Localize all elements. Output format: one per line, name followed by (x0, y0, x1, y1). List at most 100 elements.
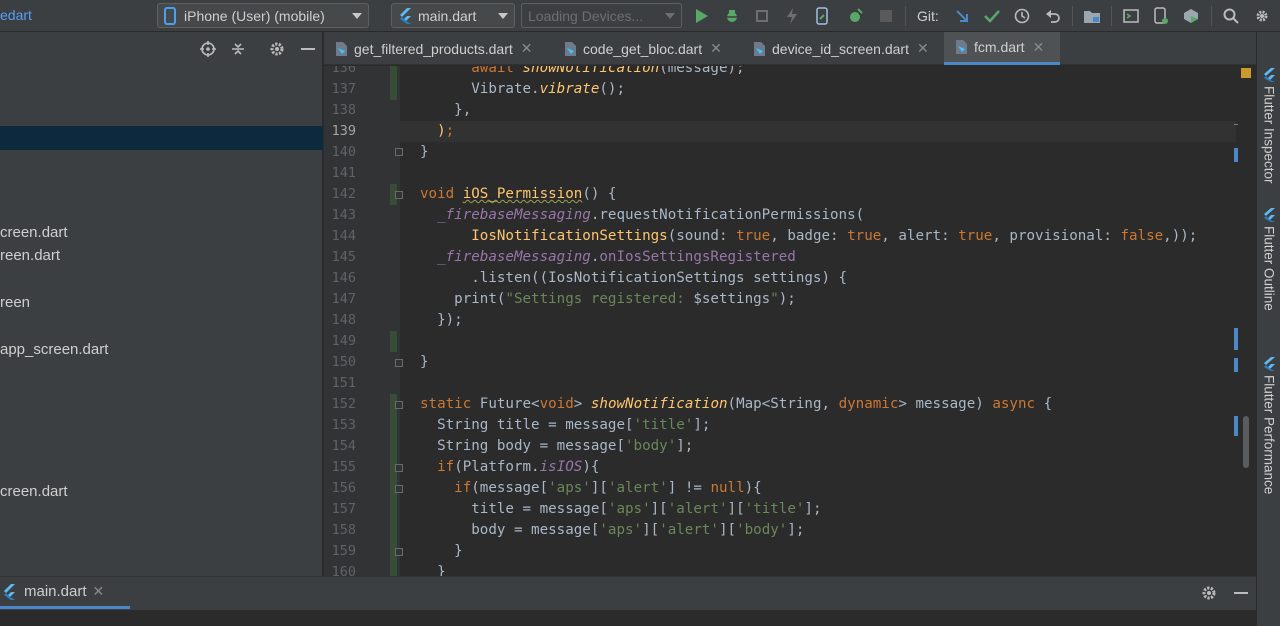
rollback-icon[interactable] (1043, 6, 1063, 26)
dart-file-icon (754, 41, 765, 56)
close-icon[interactable]: ✕ (93, 583, 105, 600)
tab-label: fcm.dart (974, 39, 1025, 55)
fold-marker[interactable] (395, 464, 403, 472)
tree-item[interactable]: app_screen.dart (0, 341, 108, 358)
toolbar-divider (1211, 6, 1212, 26)
tab-code-get-bloc[interactable]: code_get_bloc.dart ✕ (553, 32, 742, 65)
fold-marker[interactable] (395, 401, 403, 409)
devices-loading-selector[interactable]: Loading Devices... (521, 3, 682, 28)
collapse-all-icon[interactable] (228, 39, 248, 59)
warning-marker[interactable] (1241, 68, 1251, 78)
tree-item[interactable]: creen.dart (0, 224, 68, 241)
fold-marker[interactable] (395, 485, 403, 493)
search-icon[interactable] (1221, 6, 1241, 26)
tree-item[interactable]: reen.dart (0, 247, 60, 264)
line-number: 150 (331, 354, 356, 370)
tab-get-filtered-products[interactable]: get_filtered_products.dart ✕ (324, 32, 553, 65)
flutter-icon (1264, 68, 1275, 82)
git-commit-icon[interactable] (982, 6, 1002, 26)
tool-label: Flutter Outline (1261, 226, 1277, 311)
breadcrumb[interactable]: edart (0, 7, 32, 23)
tab-fcm[interactable]: fcm.dart ✕ (944, 32, 1060, 65)
tab-label: device_id_screen.dart (772, 40, 909, 57)
debug-icon[interactable] (722, 6, 742, 26)
line-number: 156 (331, 480, 356, 496)
tab-label: get_filtered_products.dart (354, 40, 513, 57)
run-tab-main[interactable]: main.dart ✕ (0, 577, 130, 609)
code-line: String title = message['title']; (420, 417, 711, 433)
close-icon[interactable]: ✕ (917, 40, 929, 57)
code-line: } (420, 354, 429, 370)
chevron-down-icon (352, 12, 362, 19)
locate-file-icon[interactable] (198, 39, 218, 59)
code-line: } (420, 144, 429, 160)
code-line: IosNotificationSettings(sound: true, bad… (471, 228, 1198, 244)
history-icon[interactable] (1012, 6, 1032, 26)
close-icon[interactable]: ✕ (1033, 39, 1045, 56)
fold-marker[interactable] (395, 148, 403, 156)
change-marker (1234, 358, 1238, 372)
change-marker (1234, 416, 1238, 436)
git-update-icon[interactable] (952, 6, 972, 26)
attach-debugger-icon[interactable] (845, 6, 865, 26)
dart-file-icon (565, 41, 576, 56)
run-icon[interactable] (692, 6, 712, 26)
line-number: 136 (331, 66, 356, 76)
selected-tree-row[interactable] (0, 126, 323, 150)
device-selector[interactable]: iPhone (User) (mobile) (157, 3, 369, 28)
avd-manager-icon[interactable] (1151, 6, 1171, 26)
hide-panel-icon[interactable] (1231, 583, 1251, 603)
flutter-icon (400, 7, 411, 24)
line-number: 144 (331, 228, 356, 244)
run-console[interactable] (0, 610, 1256, 626)
vcs-change-marker (390, 66, 397, 100)
device-icon[interactable] (812, 6, 832, 26)
close-icon[interactable]: ✕ (710, 40, 722, 57)
change-marker (1234, 148, 1238, 162)
line-number: 148 (331, 312, 356, 328)
stop-icon[interactable] (876, 6, 896, 26)
sdk-manager-icon[interactable] (1181, 6, 1201, 26)
dart-file-icon (956, 40, 967, 54)
device-selector-label: iPhone (User) (mobile) (184, 7, 325, 24)
code-line: void iOS_Permission() { (420, 186, 617, 202)
change-marker (1234, 328, 1238, 350)
fold-marker[interactable] (395, 191, 403, 199)
project-panel-header (0, 32, 323, 65)
tab-device-id-screen[interactable]: device_id_screen.dart ✕ (742, 32, 943, 65)
fold-marker[interactable] (395, 359, 403, 367)
line-number: 145 (331, 249, 356, 265)
code-line: String body = message['body']; (420, 438, 694, 454)
profile-icon[interactable] (752, 6, 772, 26)
code-editor[interactable]: 136 137 138 139 140 141 142 143 144 145 … (324, 66, 1256, 576)
hide-panel-icon[interactable] (298, 39, 318, 59)
terminal-icon[interactable] (1121, 6, 1141, 26)
gear-icon[interactable] (267, 39, 287, 59)
tree-item[interactable]: reen (0, 294, 30, 311)
settings-icon[interactable] (1252, 6, 1272, 26)
current-line-highlight (400, 121, 1256, 142)
gear-icon[interactable] (1199, 583, 1219, 603)
project-structure-icon[interactable] (1082, 6, 1102, 26)
line-number: 141 (331, 165, 356, 181)
run-config-selector[interactable]: main.dart (391, 3, 515, 28)
tool-label: Flutter Performance (1261, 375, 1277, 495)
run-panel: main.dart ✕ (0, 576, 1256, 626)
fold-marker[interactable] (395, 548, 403, 556)
dart-file-icon (336, 41, 347, 56)
flutter-inspector-tab[interactable]: Flutter Inspector (1259, 68, 1279, 184)
flutter-performance-tab[interactable]: Flutter Performance (1259, 357, 1279, 494)
project-panel: creen.dart reen.dart reen app_screen.dar… (0, 32, 323, 576)
devices-loading-label: Loading Devices... (528, 7, 644, 24)
hot-reload-icon[interactable] (782, 6, 802, 26)
close-icon[interactable]: ✕ (521, 40, 533, 57)
flutter-outline-tab[interactable]: Flutter Outline (1259, 208, 1279, 311)
editor-scrollbar[interactable] (1234, 66, 1256, 576)
tree-item[interactable]: creen.dart (0, 483, 68, 500)
line-number: 157 (331, 501, 356, 517)
line-number: 138 (331, 102, 356, 118)
line-number: 153 (331, 417, 356, 433)
code-line: if(Platform.isIOS){ (437, 459, 600, 475)
scrollbar-thumb[interactable] (1243, 416, 1249, 468)
chevron-down-icon (498, 12, 508, 19)
